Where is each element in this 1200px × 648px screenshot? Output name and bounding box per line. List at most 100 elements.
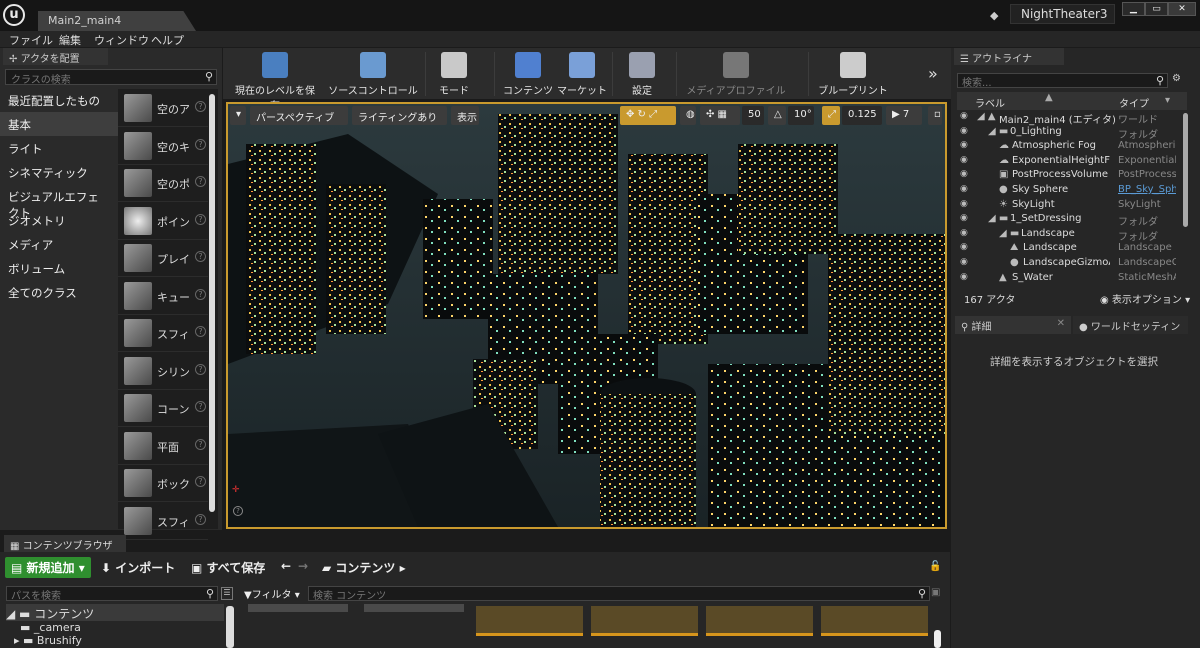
visibility-eye-icon[interactable]: ◉: [960, 169, 968, 179]
outliner-row[interactable]: ◉ ▲ S_Water StaticMeshAc: [957, 271, 1190, 286]
lighting-button[interactable]: ライティングあり: [352, 106, 447, 125]
visibility-eye-icon[interactable]: ◉: [960, 155, 968, 165]
category-item[interactable]: 最近配置したもの: [0, 88, 118, 112]
asset-tile[interactable]: [248, 604, 348, 612]
outliner-row[interactable]: ◉ ● LandscapeGizmoAc LandscapeGiz: [957, 256, 1190, 271]
blueprints-button[interactable]: ブループリント: [816, 52, 890, 98]
category-item[interactable]: シネマティック: [0, 160, 118, 184]
content-path[interactable]: ▰ コンテンツ ▸: [322, 559, 406, 576]
save-all-button[interactable]: ▣ すべて保存: [191, 559, 265, 576]
grid-snap-value[interactable]: 50: [742, 106, 764, 125]
perspective-button[interactable]: パースペクティブ: [250, 106, 348, 125]
details-tab-close-icon[interactable]: ✕: [1057, 318, 1065, 329]
history-back-icon[interactable]: ←: [281, 559, 291, 573]
visibility-eye-icon[interactable]: ◉: [960, 184, 968, 194]
rotation-snap-value[interactable]: 10°: [788, 106, 814, 125]
category-item[interactable]: ボリューム: [0, 256, 118, 280]
visibility-eye-icon[interactable]: ◉: [960, 272, 968, 282]
transform-tools-icon[interactable]: ✥ ↻ ⤢: [620, 106, 676, 125]
asset-scrollbar[interactable]: [209, 94, 215, 512]
lock-icon[interactable]: 🔓: [929, 561, 941, 572]
menu-help[interactable]: ヘルプ: [151, 32, 184, 48]
outliner-row-type[interactable]: BP_Sky_Sph: [1118, 184, 1176, 195]
help-icon[interactable]: ?: [195, 401, 206, 412]
media-profile-button[interactable]: メディアプロファイル: [686, 52, 786, 98]
asset-item[interactable]: キュー?: [118, 278, 208, 315]
category-item[interactable]: メディア: [0, 232, 118, 256]
path-search-input[interactable]: パスを検索 ⚲: [6, 586, 218, 602]
outliner-row[interactable]: ◉ ▣PostProcessVolume PostProcessV: [957, 168, 1190, 183]
category-item[interactable]: ジオメトリ: [0, 208, 118, 232]
folder-tile[interactable]: [591, 606, 698, 636]
help-icon[interactable]: ?: [195, 101, 206, 112]
world-space-icon[interactable]: ◍: [680, 106, 696, 125]
category-item[interactable]: ライト: [0, 136, 118, 160]
outliner-row[interactable]: ◉ ◢ ▬ Landscape フォルダ: [957, 227, 1190, 243]
sort-ascending-icon[interactable]: ▲: [1045, 92, 1053, 103]
visibility-eye-icon[interactable]: ◉: [960, 257, 968, 267]
outliner-tab[interactable]: ☰ アウトライナ: [954, 48, 1064, 65]
class-search-input[interactable]: クラスの検索 ⚲: [5, 69, 217, 86]
visibility-eye-icon[interactable]: ◉: [960, 228, 968, 238]
save-search-icon[interactable]: ▣: [931, 587, 940, 598]
tree-item-camera[interactable]: ▬ _camera: [20, 621, 81, 634]
outliner-row[interactable]: ◉ ◢ ▬ 1_SetDressing フォルダ: [957, 212, 1190, 228]
visibility-eye-icon[interactable]: ◉: [960, 199, 968, 209]
outliner-row[interactable]: ◉ ◢ ▬ 0_Lighting フォルダ: [957, 125, 1190, 141]
help-icon[interactable]: ?: [195, 476, 206, 487]
filter-button[interactable]: ▼フィルタ ▾: [244, 586, 306, 601]
content-search-input[interactable]: 検索 コンテンツ ⚲: [308, 586, 930, 602]
folder-tile[interactable]: [706, 606, 813, 636]
add-new-button[interactable]: ▤ 新規追加 ▾: [5, 557, 91, 578]
menu-file[interactable]: ファイル: [9, 32, 53, 48]
column-type[interactable]: タイプ: [1119, 95, 1149, 110]
viewport-options-icon[interactable]: ▾: [230, 106, 246, 125]
help-icon[interactable]: ?: [195, 251, 206, 262]
rotation-snap-icon[interactable]: △: [768, 106, 786, 125]
modes-button[interactable]: モード: [432, 52, 476, 98]
outliner-row[interactable]: ◉ ● Sky Sphere BP_Sky_Sph: [957, 183, 1190, 198]
help-icon[interactable]: ?: [195, 213, 206, 225]
menu-window[interactable]: ウィンドウ: [94, 32, 149, 48]
history-forward-icon[interactable]: →: [298, 559, 308, 573]
asset-item[interactable]: プレイ?: [118, 240, 208, 277]
asset-item[interactable]: コーン?: [118, 390, 208, 427]
column-dropdown-icon[interactable]: ▾: [1165, 95, 1170, 106]
asset-item[interactable]: ボック?: [118, 465, 208, 502]
content-browser-tab[interactable]: ▦ コンテンツブラウザ: [4, 535, 126, 552]
content-button[interactable]: コンテンツ: [503, 52, 553, 98]
marketplace-button[interactable]: マーケット: [557, 52, 607, 98]
outliner-scrollbar[interactable]: [1183, 113, 1188, 227]
asset-item[interactable]: 空のキ?: [118, 128, 208, 165]
help-icon[interactable]: ?: [195, 176, 206, 187]
settings-button[interactable]: 設定: [624, 52, 660, 98]
asset-tile[interactable]: [364, 604, 464, 612]
outliner-search-input[interactable]: 検索... ⚲: [957, 73, 1168, 89]
import-button[interactable]: ⬇ インポート: [101, 559, 175, 576]
category-item[interactable]: 基本: [0, 112, 118, 136]
help-icon[interactable]: ?: [195, 326, 206, 337]
world-settings-tab[interactable]: ● ワールドセッティン: [1073, 316, 1188, 334]
outliner-settings-icon[interactable]: ⚙: [1172, 73, 1181, 84]
asset-item[interactable]: 平面?: [118, 428, 208, 465]
menu-edit[interactable]: 編集: [59, 32, 81, 48]
grid-snap-icon[interactable]: ✣ ▦: [700, 106, 740, 125]
folder-tile[interactable]: [476, 606, 583, 636]
content-scrollbar[interactable]: [934, 630, 941, 648]
asset-item[interactable]: スフィ?: [118, 503, 208, 540]
visibility-eye-icon[interactable]: ◉: [960, 213, 968, 223]
level-viewport[interactable]: [226, 102, 947, 529]
maximize-button[interactable]: ▭: [1145, 2, 1168, 16]
help-icon[interactable]: ?: [195, 513, 206, 525]
save-level-button[interactable]: 現在のレベルを保存: [231, 52, 319, 112]
help-icon[interactable]: ?: [195, 288, 206, 300]
folder-tile[interactable]: [821, 606, 928, 636]
source-control-button[interactable]: ソースコントロール: [322, 52, 424, 98]
visibility-eye-icon[interactable]: ◉: [960, 140, 968, 150]
scale-snap-value[interactable]: 0.125: [842, 106, 882, 125]
tree-scrollbar[interactable]: [226, 606, 234, 648]
scale-snap-icon[interactable]: ⤢: [822, 106, 840, 125]
asset-item[interactable]: 空のア?: [118, 90, 208, 127]
category-item[interactable]: 全てのクラス: [0, 280, 118, 304]
asset-item[interactable]: シリン?: [118, 353, 208, 390]
